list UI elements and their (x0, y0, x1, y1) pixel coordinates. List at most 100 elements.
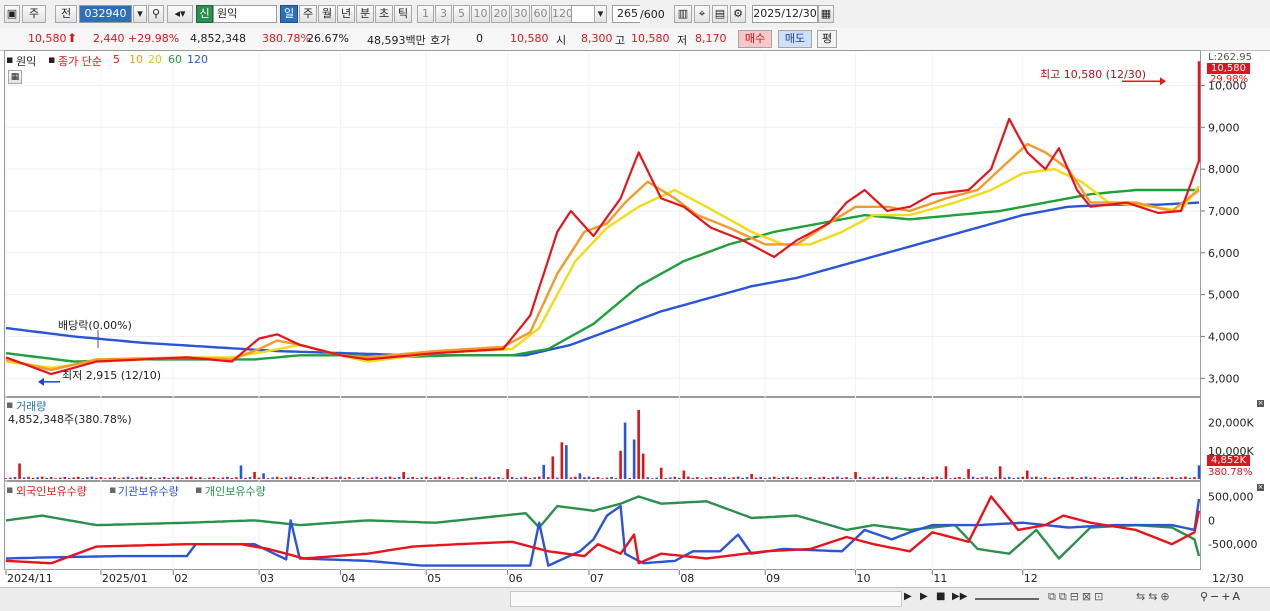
volume-bar (750, 473, 753, 479)
volume-bar (781, 477, 785, 479)
volume-bar (1093, 477, 1097, 479)
price-axis-tick: 7,000 (1208, 205, 1240, 218)
individual-legend: 개인보유수량 (205, 485, 266, 498)
x-axis-label: 03 (260, 572, 274, 585)
volume-bar (795, 477, 799, 479)
volume-bar (45, 477, 48, 479)
volume-bar (917, 477, 921, 479)
volume-bar (180, 477, 184, 479)
ma-60-label: 60 (168, 53, 182, 66)
volume-bar (1143, 477, 1147, 479)
view-tools-icon[interactable]: ⧉⧉⊟⊠⊡ (1048, 590, 1106, 604)
volume-bar (569, 477, 573, 479)
volume-bar (388, 476, 392, 479)
panel-menu-icon[interactable]: ▪ (6, 398, 13, 411)
volume-bar (122, 477, 125, 479)
volume-bar (411, 476, 415, 479)
play-icon[interactable]: ▶ (920, 591, 928, 602)
volume-bar (519, 477, 523, 479)
volume-bar (443, 477, 446, 479)
x-axis-label: 12 (1024, 572, 1038, 585)
volume-bar (940, 477, 943, 479)
volume-bar (872, 476, 875, 479)
volume-bar (1071, 476, 1074, 479)
volume-bar (117, 478, 121, 479)
volume-bar (732, 477, 735, 479)
draw-tools-icon[interactable]: ⇆⇆⊕ (1136, 590, 1173, 603)
volume-bar (257, 477, 261, 479)
volume-bar (637, 409, 640, 479)
volume-bar (641, 453, 645, 479)
volume-bar (397, 477, 401, 479)
volume-bar (1080, 477, 1083, 479)
volume-bar (1016, 477, 1020, 479)
volume-bar (565, 445, 568, 479)
volume-bar (537, 476, 541, 479)
volume-bar (551, 456, 555, 479)
zoom-slider[interactable] (975, 598, 1039, 600)
volume-bar (212, 476, 216, 479)
volume-bar (1157, 476, 1160, 479)
volume-bar (140, 476, 143, 479)
volume-bar (831, 477, 835, 479)
volume-bar (176, 476, 180, 479)
zoom-icons[interactable]: ⚲−+A (1200, 590, 1242, 603)
volume-bar (352, 478, 356, 479)
volume-bar (171, 477, 175, 479)
volume-bar (13, 476, 17, 479)
volume-bar (958, 476, 961, 479)
volume-bar (623, 422, 627, 479)
volume-bar (1116, 477, 1119, 479)
stop-icon[interactable]: ■ (936, 591, 945, 602)
price-axis-tick: 9,000 (1208, 121, 1240, 134)
volume-bar (998, 466, 1002, 479)
volume-bar (293, 477, 297, 479)
volume-bar (1147, 478, 1151, 479)
x-axis-label: 04 (341, 572, 355, 585)
volume-bar (424, 476, 428, 479)
panel-menu-icon[interactable]: ▪ (6, 53, 13, 66)
volume-bar (393, 477, 396, 479)
volume-bar (357, 477, 360, 479)
volume-bar (1075, 477, 1079, 479)
volume-bar (1025, 470, 1029, 479)
volume-bar (1035, 476, 1038, 479)
volume-bar (361, 476, 365, 479)
scroll-track[interactable] (510, 591, 902, 607)
low-arrow-head-icon (38, 377, 44, 386)
volume-bar (809, 476, 812, 479)
volume-bar (962, 478, 966, 479)
current-price-tag: 10,580 (1207, 63, 1250, 74)
volume-bar (208, 477, 211, 479)
volume-bar (926, 477, 930, 479)
volume-bar (822, 476, 826, 479)
current-pct-tag: 29.98% (1210, 74, 1249, 85)
fast-forward-icon[interactable]: ▶▶ (952, 591, 967, 602)
table-icon[interactable]: ▦ (8, 70, 22, 84)
panel-menu-icon[interactable]: ▪ (6, 483, 13, 496)
volume-bar (456, 477, 460, 479)
scroll-right-icon[interactable]: ▶ (904, 591, 912, 602)
volume-bar (705, 477, 708, 479)
volume-bar (700, 478, 704, 479)
volume-bar (307, 477, 311, 479)
volume-bar (1048, 478, 1052, 479)
chart-canvas[interactable]: 3,0004,0005,0006,0007,0008,0009,00010,00… (0, 0, 1270, 587)
volume-bar (709, 476, 713, 479)
volume-bar (1107, 476, 1110, 479)
volume-bar (533, 477, 537, 479)
volume-bar (99, 477, 103, 479)
x-axis-label: 07 (590, 572, 604, 585)
volume-bar (415, 478, 419, 479)
volume-bar (492, 477, 496, 479)
close-icon[interactable]: × (1257, 400, 1264, 407)
close-icon[interactable]: × (1257, 484, 1264, 491)
ma-120-label: 120 (187, 53, 208, 66)
volume-bar (967, 469, 970, 479)
volume-bar (659, 467, 663, 479)
volume-bar (772, 476, 776, 479)
volume-bar (827, 477, 830, 479)
volume-bar (1003, 477, 1006, 479)
volume-bar (1057, 476, 1061, 479)
volume-bar (1039, 477, 1043, 479)
